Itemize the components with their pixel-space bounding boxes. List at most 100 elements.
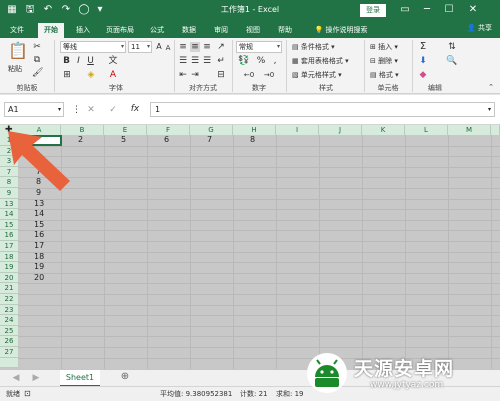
cell-a[interactable]: 16 [34,230,44,240]
fill-color-icon[interactable]: ◈ [86,70,96,80]
sheet-tab-sheet1[interactable]: Sheet1 [60,370,100,387]
comma-button[interactable]: , [270,56,280,66]
find-select-icon[interactable]: 🔍 [446,56,458,66]
row-header[interactable]: 20 [0,272,18,284]
cell-style-button[interactable]: ▧ 单元格样式 ▾ [292,70,342,80]
tell-me-search[interactable]: 💡 操作说明搜索 [306,23,376,38]
delete-cells-button[interactable]: ⊟ 删除 ▾ [370,56,398,66]
currency-icon[interactable]: 💱 [238,56,249,66]
row-header[interactable]: 13 [0,198,18,210]
tab-formulas[interactable]: 公式 [144,23,170,38]
cell-e1[interactable]: 5 [121,135,126,145]
increase-indent-icon[interactable]: ⇥ [190,70,200,80]
tab-file[interactable]: 文件 [4,23,30,38]
italic-icon[interactable]: I [74,56,83,66]
row-header[interactable]: 15 [0,219,18,231]
tab-view[interactable]: 视图 [240,23,266,38]
maximize-icon[interactable]: ☐ [442,3,456,17]
tab-help[interactable]: 帮助 [272,23,298,38]
autosum-icon[interactable]: Σ [418,42,428,52]
row-header[interactable]: 27 [0,347,18,358]
align-left-icon[interactable]: ☰ [178,56,188,66]
grow-font-icon[interactable]: A [155,42,163,52]
row-header[interactable]: 23 [0,304,18,316]
row-header[interactable]: 19 [0,262,18,273]
align-middle-icon[interactable]: ≡ [190,42,200,52]
cell-h1[interactable]: 8 [250,135,255,145]
column-header-g[interactable]: G [190,125,233,135]
align-bottom-icon[interactable]: ≡ [202,42,212,52]
name-box[interactable]: A1 ▾ [4,102,64,117]
number-format-select[interactable]: 常规 ▾ [236,41,282,53]
macro-record-icon[interactable]: ⊡ [24,387,31,401]
increase-decimal-icon[interactable]: ←0 [242,70,256,80]
copy-icon[interactable]: ⧉ [32,55,42,65]
cell-g1[interactable]: 7 [207,135,212,145]
wen-icon[interactable]: 文 [108,56,118,66]
insert-cells-button[interactable]: ⊞ 插入 ▾ [370,42,398,52]
cell-f1[interactable]: 6 [164,135,169,145]
cancel-icon[interactable]: ✕ [86,105,96,115]
cell-a[interactable]: 17 [34,241,44,251]
column-header-e[interactable]: E [104,125,147,135]
wrap-text-icon[interactable]: ↵ [216,56,226,66]
tab-review[interactable]: 审阅 [208,23,234,38]
tab-page-layout[interactable]: 页面布局 [102,23,138,38]
row-header[interactable]: 18 [0,251,18,263]
tab-insert[interactable]: 插入 [70,23,96,38]
formula-input[interactable]: 1 ▾ [150,102,495,117]
font-color-icon[interactable]: A [108,70,118,80]
align-top-icon[interactable]: ≡ [178,42,188,52]
column-header-m[interactable]: M [448,125,491,135]
column-header-n[interactable] [491,125,500,135]
align-right-icon[interactable]: ☰ [202,56,212,66]
column-header-h[interactable]: H [233,125,276,135]
decrease-indent-icon[interactable]: ⇤ [178,70,188,80]
collapse-ribbon-icon[interactable]: ⌃ [486,82,496,92]
row-header[interactable]: 26 [0,336,18,347]
column-header-l[interactable]: L [405,125,448,135]
merge-center-icon[interactable]: ⊟ [216,70,226,80]
cell-a[interactable]: 14 [34,209,44,219]
row-header[interactable]: 22 [0,294,18,305]
scroll-left-icon[interactable]: ◀ [12,373,20,383]
cell-a[interactable]: 15 [34,220,44,230]
decrease-decimal-icon[interactable]: →0 [262,70,276,80]
sort-filter-icon[interactable]: ⇅ [446,42,458,52]
column-header-k[interactable]: K [362,125,405,135]
scroll-right-icon[interactable]: ▶ [32,373,40,383]
orientation-icon[interactable]: ↗ [216,42,226,52]
fill-down-icon[interactable]: ⬇ [418,56,428,66]
table-format-button[interactable]: ▦ 套用表格格式 ▾ [292,56,349,66]
ribbon-display-icon[interactable]: ▭ [398,3,412,17]
format-painter-icon[interactable]: 🖌 [32,68,43,78]
worksheet-grid[interactable]: ✚ A B E F G H I J K L M 1 2 3 7 8 9 13 1… [0,125,500,369]
cell-a[interactable]: 19 [34,262,44,272]
tab-home[interactable]: 开始 [38,23,64,38]
column-header-j[interactable]: J [319,125,362,135]
close-icon[interactable]: ✕ [466,3,480,17]
row-header[interactable] [0,357,18,369]
row-header[interactable]: 25 [0,325,18,337]
insert-function-button[interactable]: fx [128,104,142,114]
bold-icon[interactable]: B [62,56,71,66]
cell-a[interactable]: 20 [34,273,44,283]
login-button[interactable]: 登录 [360,4,386,17]
format-cells-button[interactable]: ▤ 格式 ▾ [370,70,399,80]
align-center-icon[interactable]: ☰ [190,56,200,66]
cell-a[interactable]: 13 [34,199,44,209]
cell-a[interactable]: 18 [34,252,44,262]
row-header[interactable]: 21 [0,283,18,294]
share-button[interactable]: 👤 共享 [467,23,492,33]
shrink-font-icon[interactable]: A [164,43,172,53]
add-sheet-icon[interactable]: ⊕ [120,372,130,382]
row-header[interactable]: 16 [0,230,18,241]
row-header[interactable]: 24 [0,315,18,326]
border-icon[interactable]: ⊞ [62,70,72,80]
clear-icon[interactable]: ◆ [418,70,428,80]
paste-button-label[interactable]: 粘贴 [8,64,22,74]
percent-button[interactable]: % [256,56,266,66]
column-header-f[interactable]: F [147,125,190,135]
minimize-icon[interactable]: ─ [420,3,434,17]
enter-icon[interactable]: ✓ [108,105,118,115]
